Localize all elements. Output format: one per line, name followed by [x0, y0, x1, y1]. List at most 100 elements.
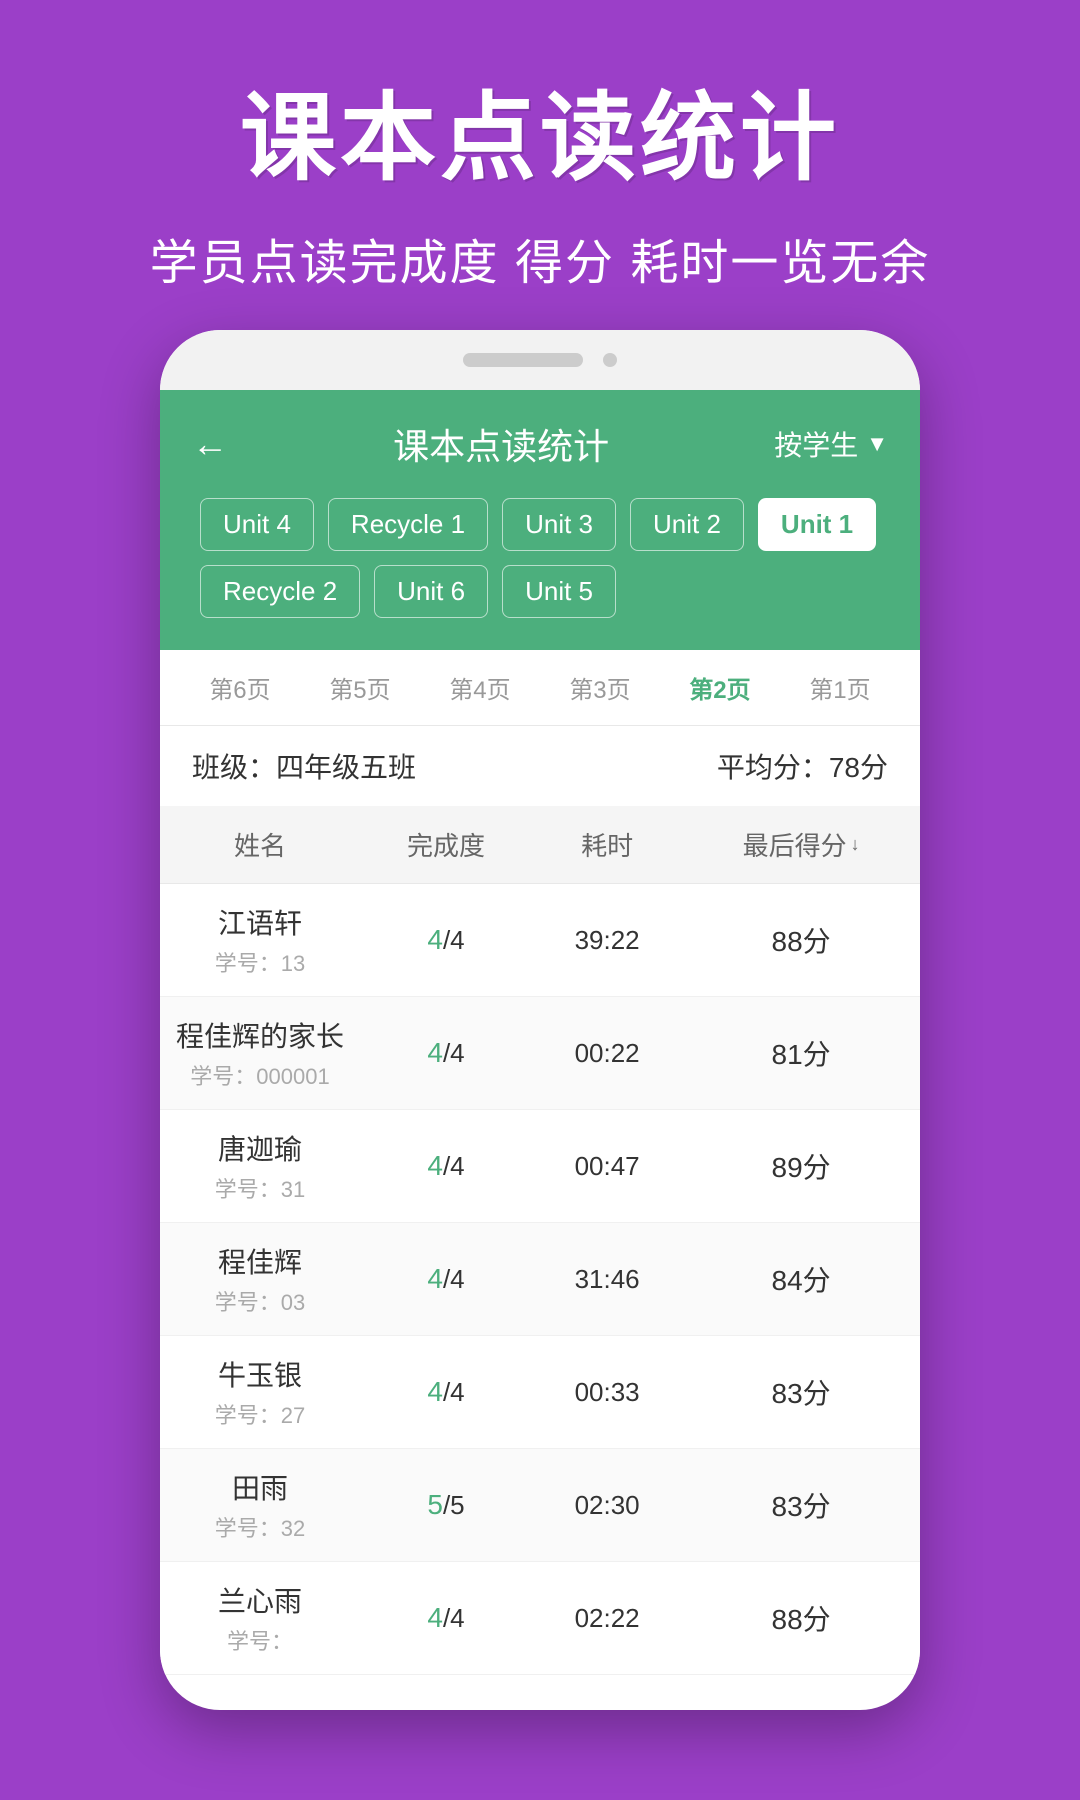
- page-tab-2[interactable]: 第5页: [329, 670, 390, 705]
- time-value: 00:22: [575, 1038, 640, 1068]
- score-cell: 83分: [682, 1336, 920, 1449]
- col-score-label: 最后得分: [743, 826, 847, 863]
- completion-cell: 4/4: [360, 1336, 532, 1449]
- completion-total: /4: [443, 1038, 465, 1068]
- table-row: 兰心雨 学号： 4/4 02:22 88分: [160, 1562, 920, 1675]
- phone-top-bar: [160, 330, 920, 390]
- table-row: 牛玉银 学号：27 4/4 00:33 83分: [160, 1336, 920, 1449]
- col-score[interactable]: 最后得分 ↓: [682, 806, 920, 884]
- student-name-cell: 牛玉银 学号：27: [160, 1336, 360, 1449]
- completion-cell: 4/4: [360, 1110, 532, 1223]
- score-value: 84分: [772, 1265, 831, 1296]
- col-name: 姓名: [160, 806, 360, 884]
- student-name: 牛玉银: [172, 1354, 348, 1394]
- class-name: 班级：四年级五班: [192, 746, 416, 786]
- completion-value: 5: [427, 1489, 443, 1520]
- page-tab-4[interactable]: 第3页: [569, 670, 630, 705]
- time-value: 02:30: [575, 1490, 640, 1520]
- time-value: 00:47: [575, 1151, 640, 1181]
- col-completion: 完成度: [360, 806, 532, 884]
- unit-tab-recycle-1[interactable]: Recycle 1: [328, 498, 488, 551]
- student-name: 程佳辉的家长: [172, 1015, 348, 1055]
- student-id: 学号：03: [172, 1285, 348, 1317]
- time-value: 02:22: [575, 1603, 640, 1633]
- score-value: 89分: [772, 1152, 831, 1183]
- table-row: 程佳辉的家长 学号：000001 4/4 00:22 81分: [160, 997, 920, 1110]
- completion-total: /5: [443, 1490, 465, 1520]
- student-id: 学号：32: [172, 1511, 348, 1543]
- completion-total: /4: [443, 1603, 465, 1633]
- unit-tab-recycle-2[interactable]: Recycle 2: [200, 565, 360, 618]
- table-row: 田雨 学号：32 5/5 02:30 83分: [160, 1449, 920, 1562]
- table-row: 江语轩 学号：13 4/4 39:22 88分: [160, 884, 920, 997]
- page-tab-6[interactable]: 第1页: [809, 670, 870, 705]
- dropdown-arrow-icon: ▼: [866, 431, 888, 457]
- student-name-cell: 江语轩 学号：13: [160, 884, 360, 997]
- time-cell: 00:22: [532, 997, 682, 1110]
- page-tab-1[interactable]: 第6页: [209, 670, 270, 705]
- phone-mockup: ← 课本点读统计 按学生 ▼ Unit 4Recycle 1Unit 3Unit…: [160, 330, 920, 1710]
- completion-cell: 4/4: [360, 997, 532, 1110]
- table-body: 江语轩 学号：13 4/4 39:22 88分 程佳辉的家长 学号：000001…: [160, 884, 920, 1675]
- hero-subtitle: 学员点读完成度 得分 耗时一览无余: [0, 223, 1080, 293]
- time-value: 31:46: [575, 1264, 640, 1294]
- time-cell: 00:47: [532, 1110, 682, 1223]
- score-cell: 89分: [682, 1110, 920, 1223]
- avg-score: 平均分：78分: [717, 746, 888, 786]
- unit-tab-unit-3[interactable]: Unit 3: [502, 498, 616, 551]
- completion-value: 4: [427, 1037, 443, 1068]
- unit-tab-unit-5[interactable]: Unit 5: [502, 565, 616, 618]
- time-value: 39:22: [575, 925, 640, 955]
- filter-label: 按学生: [774, 424, 858, 464]
- unit-tab-unit-2[interactable]: Unit 2: [630, 498, 744, 551]
- completion-value: 4: [427, 924, 443, 955]
- hero-section: 课本点读统计 学员点读完成度 得分 耗时一览无余: [0, 60, 1080, 293]
- completion-value: 4: [427, 1376, 443, 1407]
- time-cell: 02:22: [532, 1562, 682, 1675]
- student-id: 学号：000001: [172, 1059, 348, 1091]
- unit-tab-unit-4[interactable]: Unit 4: [200, 498, 314, 551]
- page-tabs-container: 第6页 第5页 第4页 第3页 第2页 第1页: [160, 650, 920, 726]
- time-cell: 31:46: [532, 1223, 682, 1336]
- score-cell: 81分: [682, 997, 920, 1110]
- table-row: 程佳辉 学号：03 4/4 31:46 84分: [160, 1223, 920, 1336]
- student-name: 唐迦瑜: [172, 1128, 348, 1168]
- completion-total: /4: [443, 1151, 465, 1181]
- completion-cell: 4/4: [360, 1562, 532, 1675]
- unit-tab-unit-1[interactable]: Unit 1: [758, 498, 876, 551]
- phone-camera: [603, 353, 617, 367]
- student-name: 兰心雨: [172, 1580, 348, 1620]
- score-cell: 83分: [682, 1449, 920, 1562]
- completion-total: /4: [443, 1264, 465, 1294]
- page-tab-3[interactable]: 第4页: [449, 670, 510, 705]
- unit-tabs-container: Unit 4 Recycle 1 Unit 3 Unit 2 Unit 1 Recycle…: [192, 498, 888, 626]
- score-cell: 88分: [682, 884, 920, 997]
- student-id: 学号：13: [172, 946, 348, 978]
- completion-cell: 4/4: [360, 1223, 532, 1336]
- score-value: 81分: [772, 1039, 831, 1070]
- phone-speaker: [463, 353, 583, 367]
- table-row: 唐迦瑜 学号：31 4/4 00:47 89分: [160, 1110, 920, 1223]
- completion-total: /4: [443, 1377, 465, 1407]
- student-id: 学号：31: [172, 1172, 348, 1204]
- score-value: 83分: [772, 1491, 831, 1522]
- student-name-cell: 程佳辉的家长 学号：000001: [160, 997, 360, 1110]
- student-name-cell: 唐迦瑜 学号：31: [160, 1110, 360, 1223]
- filter-button[interactable]: 按学生 ▼: [774, 424, 888, 464]
- score-cell: 84分: [682, 1223, 920, 1336]
- student-name: 程佳辉: [172, 1241, 348, 1281]
- back-button[interactable]: ←: [192, 423, 228, 465]
- score-value: 88分: [772, 926, 831, 957]
- student-table: 姓名 完成度 耗时 最后得分 ↓ 江语轩 学号：13 4/4: [160, 806, 920, 1675]
- score-sort[interactable]: 最后得分 ↓: [743, 826, 860, 863]
- page-tab-5[interactable]: 第2页: [689, 670, 750, 705]
- student-name-cell: 程佳辉 学号：03: [160, 1223, 360, 1336]
- completion-cell: 5/5: [360, 1449, 532, 1562]
- table-header-row: 姓名 完成度 耗时 最后得分 ↓: [160, 806, 920, 884]
- col-time: 耗时: [532, 806, 682, 884]
- time-cell: 00:33: [532, 1336, 682, 1449]
- completion-value: 4: [427, 1263, 443, 1294]
- completion-value: 4: [427, 1602, 443, 1633]
- unit-tab-unit-6[interactable]: Unit 6: [374, 565, 488, 618]
- time-cell: 02:30: [532, 1449, 682, 1562]
